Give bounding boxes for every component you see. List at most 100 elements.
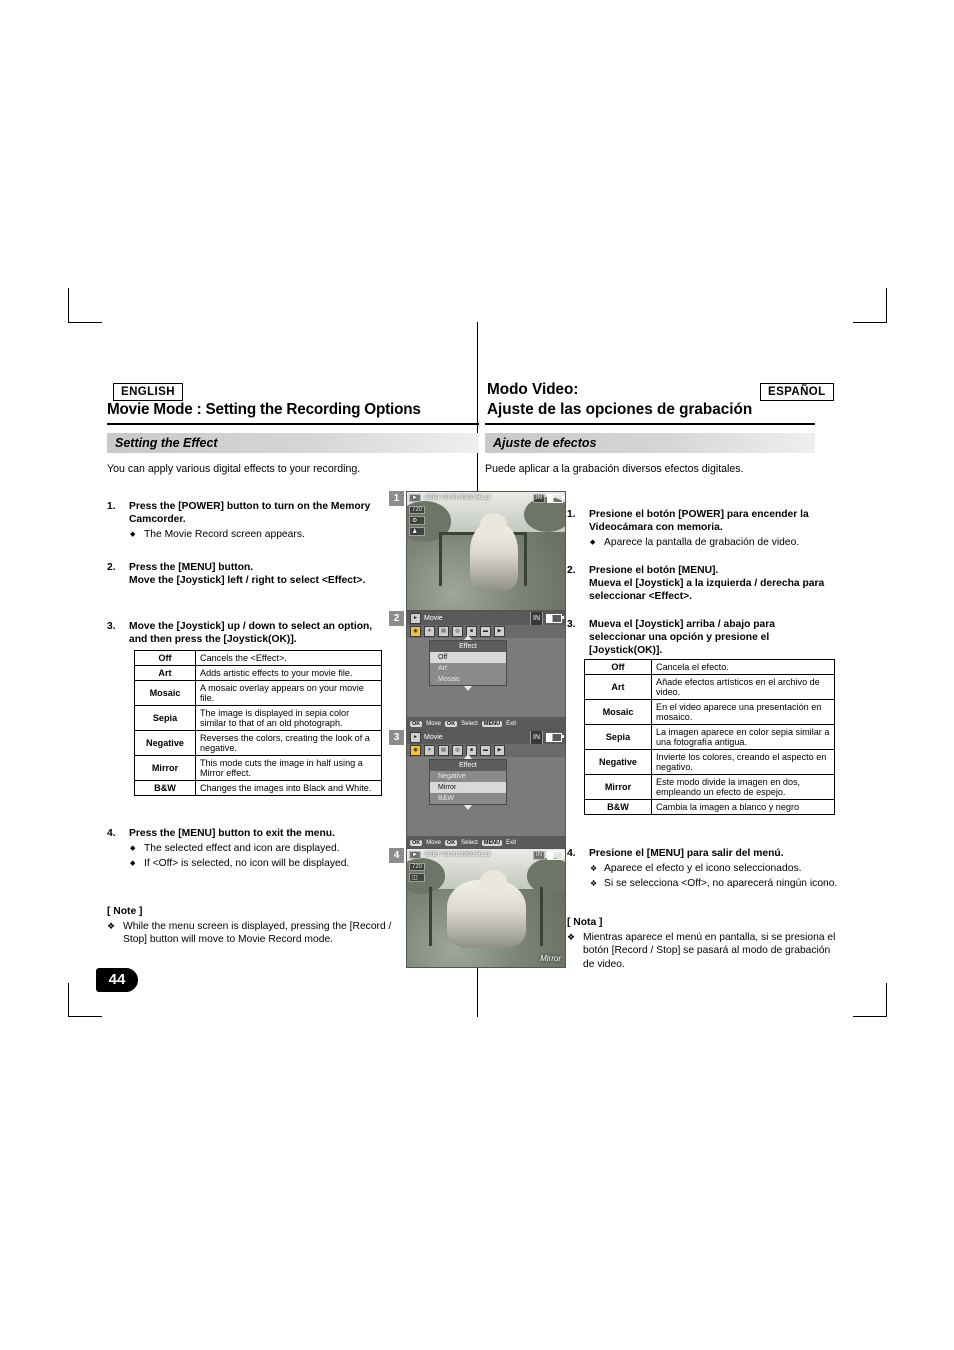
section-lead-spanish: Puede aplicar a la grabación diversos ef…: [485, 463, 744, 475]
step-en-1: 1. Press the [POWER] button to turn on t…: [107, 500, 379, 542]
menu-icon-focus-2[interactable]: ◎: [452, 626, 463, 637]
eff-desc-en-2: A mosaic overlay appears on your movie f…: [195, 680, 382, 706]
screen-badge-2: 2: [389, 611, 404, 626]
section-heading-english: Setting the Effect: [107, 433, 479, 453]
eff-key-en-0: Off: [134, 650, 196, 666]
effect-menu-item-mirror-3[interactable]: Mirror: [430, 782, 506, 793]
effect-options-table-english: Off Cancels the <Effect>. Art Adds artisti…: [134, 650, 382, 796]
step-es-3: 3. Mueva el [Joystick] arriba / abajo pa…: [567, 618, 833, 658]
hint-label-select-2: Select: [461, 720, 478, 727]
movie-mode-icon-4: ►: [409, 851, 421, 859]
photo-pole-1: [438, 532, 442, 587]
scroll-up-arrow-3[interactable]: [464, 754, 472, 759]
menu-icon-exposure-3[interactable]: ▤: [438, 745, 449, 756]
movie-mode-icon: ►: [409, 494, 421, 502]
menu-icon-focus-3[interactable]: ◎: [452, 745, 463, 756]
table-row: Mosaic A mosaic overlay appears on your m…: [134, 680, 382, 706]
osd-time-4: -STBY 00:00:00/00:56:12: [422, 852, 491, 858]
effect-menu-item-off-2[interactable]: Off: [430, 652, 506, 663]
effect-menu-item-art-2[interactable]: Art: [430, 663, 506, 674]
note-spanish-item-1: Mientras aparece el menú en pantalla, si…: [567, 931, 839, 971]
photo-pole-2: [523, 532, 528, 587]
menu-icon-resolution-2[interactable]: ▬: [480, 626, 491, 637]
osd-right-1: IN: [533, 494, 565, 503]
note-spanish-header: [ Nota ]: [567, 917, 603, 928]
eff-desc-es-4: Invierte los colores, creando el aspecto…: [651, 749, 835, 775]
battery-icon-2: [546, 614, 564, 623]
menu-titlebar-2: ► Movie IN: [407, 612, 565, 626]
step-es-4: 4. Presione el [MENU] para salir del men…: [567, 847, 839, 891]
osd-left-icons-4: 720 ◫: [409, 863, 426, 882]
menu-icon-effect-3[interactable]: ◉: [410, 745, 421, 756]
step-en-4-number: 4.: [107, 828, 116, 839]
crop-mark-tl-v: [68, 288, 69, 322]
menu-icon-effect-2[interactable]: ◉: [410, 626, 421, 637]
title-rule-right: [485, 423, 815, 425]
table-row: Negative Invierte los colores, creando el…: [584, 749, 835, 775]
section-lead-english: You can apply various digital effects to…: [107, 463, 361, 475]
effect-menu-panel-2[interactable]: Effect Off Art Mosaic: [429, 635, 507, 691]
step-es-4-text: Presione el [MENU] para salir del menú.: [589, 848, 784, 859]
scroll-down-arrow-3[interactable]: [464, 805, 472, 810]
step-en-1-text: Press the [POWER] button to turn on the …: [129, 501, 371, 526]
step-es-2-number: 2.: [567, 565, 576, 576]
osd-left-icons-1: 720 ⚙ ♟: [409, 506, 426, 536]
step-es-4-number: 4.: [567, 848, 576, 859]
note-english-header: [ Note ]: [107, 906, 143, 917]
menu-icon-exposure-2[interactable]: ▤: [438, 626, 449, 637]
hint-key-move-2: OK: [410, 720, 423, 727]
menu-icon-more-3[interactable]: ▶: [494, 745, 505, 756]
note-english: [ Note ] While the menu screen is displa…: [107, 905, 392, 947]
menu-icon-resolution-3[interactable]: ▬: [480, 745, 491, 756]
menu-icon-white-balance-2[interactable]: ☀: [424, 626, 435, 637]
effect-menu-item-mosaic-2[interactable]: Mosaic: [430, 674, 506, 685]
effect-menu-panel-3[interactable]: Effect Negative Mirror B&W: [429, 754, 507, 810]
step-es-1-bullet-1: Aparece la pantalla de grabación de vide…: [589, 536, 833, 549]
step-es-3-number: 3.: [567, 619, 576, 630]
eff-key-es-0: Off: [584, 659, 652, 675]
battery-icon-3: [546, 733, 564, 742]
table-row: Art Añade efectos artísticos en el archiv…: [584, 674, 835, 700]
table-row: Negative Reverses the colors, creating th…: [134, 730, 382, 756]
photo-pole-4a: [429, 886, 433, 946]
effect-menu-item-negative-3[interactable]: Negative: [430, 771, 506, 782]
step-en-1-bullet-1: The Movie Record screen appears.: [129, 528, 379, 541]
language-tag-english: ENGLISH: [113, 383, 183, 401]
movie-camera-icon-3: ►: [410, 732, 421, 743]
memory-indicator-2: IN: [530, 612, 543, 626]
step-es-2-text: Presione el botón [MENU]. Mueva el [Joys…: [589, 565, 825, 603]
screen-capture-2: ► Movie IN ◉ ☀ ▤ ◎ ■ ▬ ▶ Effect Off Art: [406, 611, 566, 731]
eff-desc-en-6: Changes the images into Black and White.: [195, 780, 382, 796]
effect-options-table-spanish: Off Cancela el efecto. Art Añade efectos a…: [584, 659, 835, 815]
section-heading-spanish: Ajuste de efectos: [485, 433, 815, 453]
table-row: Off Cancela el efecto.: [584, 659, 835, 675]
eff-desc-en-0: Cancels the <Effect>.: [195, 650, 382, 666]
scroll-down-arrow-2[interactable]: [464, 686, 472, 691]
menu-icon-white-balance-3[interactable]: ☀: [424, 745, 435, 756]
hint-key-select-2: OK: [444, 720, 458, 727]
record-screen-photo-1: [407, 492, 565, 610]
table-row: Mosaic En el video aparece una presentaci…: [584, 699, 835, 725]
settings-icon: ⚙: [409, 516, 426, 525]
step-en-4-bullet-2: If <Off> is selected, no icon will be di…: [129, 857, 392, 870]
page-title-spanish-line2: Ajuste de las opciones de grabación: [487, 401, 753, 418]
effect-menu-item-bw-3[interactable]: B&W: [430, 793, 506, 804]
hint-label-exit-2: Exit: [506, 720, 517, 727]
eff-key-es-1: Art: [584, 674, 652, 700]
osd-time-1: -STBY 00:00:00/00:56:12: [422, 495, 491, 501]
crop-mark-tr-h: [853, 322, 887, 323]
scroll-up-arrow-2[interactable]: [464, 635, 472, 640]
hint-label-select-3: Select: [461, 839, 478, 846]
screen-badge-3: 3: [389, 730, 404, 745]
page-number: 44: [96, 968, 138, 992]
step-en-4-text: Press the [MENU] button to exit the menu…: [129, 828, 335, 839]
crop-mark-br-h: [853, 1016, 887, 1017]
table-row: Art Adds artistic effects to your movie f…: [134, 665, 382, 681]
crop-mark-tl-h: [68, 322, 102, 323]
menu-icon-more-2[interactable]: ▶: [494, 626, 505, 637]
menu-screen-3: ► Movie IN ◉ ☀ ▤ ◎ ■ ▬ ▶ Effect Negative…: [407, 731, 565, 849]
photo-pole-4b: [539, 886, 543, 946]
eff-key-en-5: Mirror: [134, 755, 196, 781]
menu-screen-2: ► Movie IN ◉ ☀ ▤ ◎ ■ ▬ ▶ Effect Off Art: [407, 612, 565, 730]
eff-key-es-2: Mosaic: [584, 699, 652, 725]
